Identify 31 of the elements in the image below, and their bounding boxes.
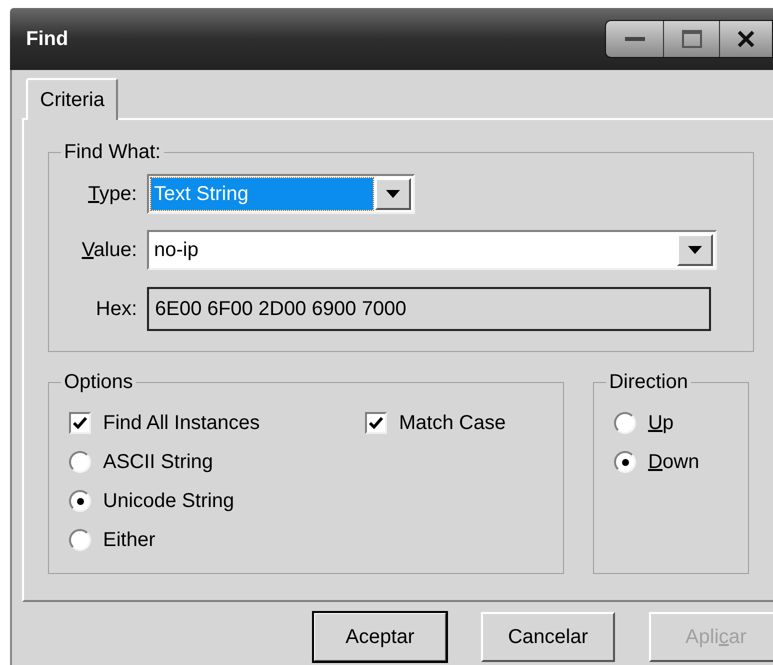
maximize-button[interactable] [664,21,720,57]
checkmark-icon [73,417,87,429]
option-label: Either [103,528,156,553]
checkbox[interactable] [365,412,387,434]
dropdown[interactable]: no-ip [147,230,717,270]
radio-button[interactable] [69,529,91,551]
dialog-button[interactable]: Cancelar [481,612,615,662]
option-label: Unicode String [103,489,234,514]
field-label: Value: [80,238,138,263]
dropdown-arrow-icon [386,190,400,198]
radio-button[interactable] [614,451,636,473]
radio-button[interactable] [69,490,91,512]
dialog-button[interactable]: Aceptar [313,612,447,662]
close-icon [737,30,755,48]
option-label: Down [648,450,700,475]
option-label: Up [648,411,674,436]
option-label: Find All Instances [103,411,260,436]
checkbox[interactable] [69,412,91,434]
checkmark-icon [369,417,383,429]
option-label: Match Case [399,411,506,436]
option-label: ASCII String [103,450,214,475]
field-label: Type: [87,182,138,207]
tab[interactable]: Criteria [26,78,118,120]
close-button[interactable] [720,21,772,57]
dropdown-arrow-icon [688,246,702,254]
minimize-button[interactable] [606,21,664,57]
window-title: Find [26,27,68,52]
field-label: Hex: [94,297,138,322]
radio-button[interactable] [614,412,636,434]
hex-field: 6E00 6F00 2D00 6900 7000 [147,287,711,331]
radio-button[interactable] [69,451,91,473]
